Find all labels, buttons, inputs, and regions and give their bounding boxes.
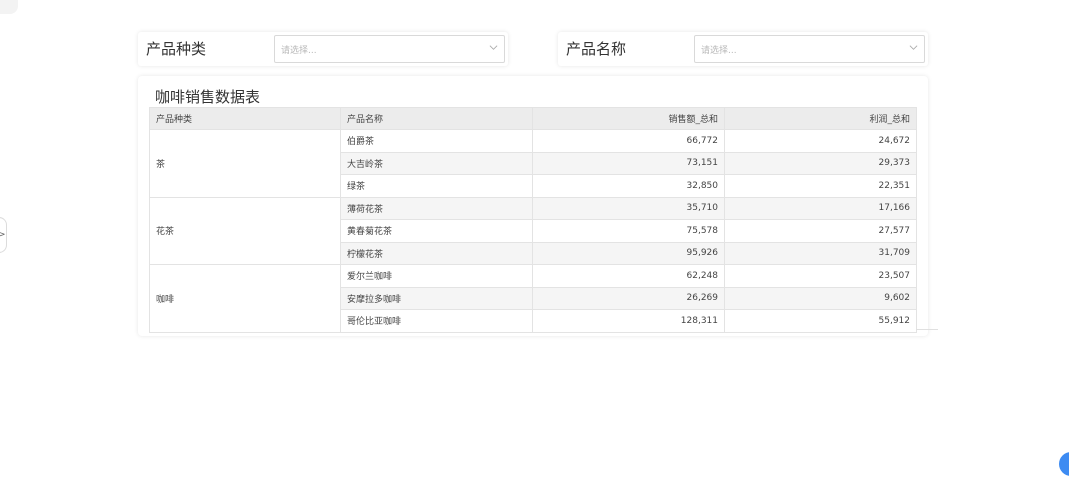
category-filter-label: 产品种类 [146, 40, 207, 58]
profit-cell: 9,602 [724, 286, 917, 310]
corner-tab [0, 0, 18, 14]
divider [916, 329, 938, 330]
sales-table-card: 咖啡销售数据表 产品种类 产品名称 销售额_总和 利润_总和 茶 伯爵茶 66,… [138, 76, 928, 336]
product-name-cell: 绿茶 [340, 174, 533, 198]
profit-cell: 17,166 [724, 196, 917, 220]
table-row: 茶 伯爵茶 66,772 24,672 [149, 129, 917, 198]
category-cell: 咖啡 [149, 264, 341, 333]
product-name-cell: 柠檬花茶 [340, 241, 533, 265]
table-row: 花茶 薄荷花茶 35,710 17,166 [149, 196, 917, 265]
product-name-cell: 爱尔兰咖啡 [340, 264, 533, 288]
chevron-down-icon [909, 45, 918, 50]
table-header-row: 产品种类 产品名称 销售额_总和 利润_总和 [149, 107, 917, 130]
chevron-right-icon: > [0, 230, 6, 240]
name-filter-card: 产品名称 请选择... [558, 32, 928, 66]
product-name-cell: 薄荷花茶 [340, 196, 533, 220]
table-row: 咖啡 爱尔兰咖啡 62,248 23,507 [149, 264, 917, 333]
column-header-sales[interactable]: 销售额_总和 [532, 107, 725, 130]
sales-cell: 75,578 [532, 219, 725, 243]
sales-cell: 73,151 [532, 151, 725, 175]
profit-cell: 29,373 [724, 151, 917, 175]
floating-action-button[interactable] [1059, 452, 1069, 476]
sales-cell: 35,710 [532, 196, 725, 220]
name-select-placeholder: 请选择... [701, 46, 737, 56]
sales-cell: 32,850 [532, 174, 725, 198]
category-cell: 花茶 [149, 196, 341, 265]
column-header-name[interactable]: 产品名称 [340, 107, 533, 130]
sidebar-toggle-button[interactable]: > [0, 217, 7, 253]
column-header-profit[interactable]: 利润_总和 [724, 107, 917, 130]
profit-cell: 55,912 [724, 309, 917, 333]
sales-cell: 66,772 [532, 129, 725, 153]
sales-cell: 95,926 [532, 241, 725, 265]
category-filter-card: 产品种类 请选择... [138, 32, 508, 66]
product-name-cell: 大吉岭茶 [340, 151, 533, 175]
product-name-cell: 哥伦比亚咖啡 [340, 309, 533, 333]
product-name-cell: 伯爵茶 [340, 129, 533, 153]
profit-cell: 27,577 [724, 219, 917, 243]
category-select-placeholder: 请选择... [281, 46, 317, 56]
sales-cell: 128,311 [532, 309, 725, 333]
category-select[interactable]: 请选择... [274, 35, 505, 63]
profit-cell: 22,351 [724, 174, 917, 198]
table-title: 咖啡销售数据表 [155, 88, 261, 106]
profit-cell: 31,709 [724, 241, 917, 265]
sales-cell: 62,248 [532, 264, 725, 288]
product-name-cell: 黄春菊花茶 [340, 219, 533, 243]
profit-cell: 23,507 [724, 264, 917, 288]
chevron-down-icon [489, 45, 498, 50]
sales-table: 产品种类 产品名称 销售额_总和 利润_总和 茶 伯爵茶 66,772 24,6… [149, 107, 917, 333]
column-header-category[interactable]: 产品种类 [149, 107, 341, 130]
name-select[interactable]: 请选择... [694, 35, 925, 63]
product-name-cell: 安摩拉多咖啡 [340, 286, 533, 310]
sales-cell: 26,269 [532, 286, 725, 310]
profit-cell: 24,672 [724, 129, 917, 153]
category-cell: 茶 [149, 129, 341, 198]
name-filter-label: 产品名称 [566, 40, 627, 58]
